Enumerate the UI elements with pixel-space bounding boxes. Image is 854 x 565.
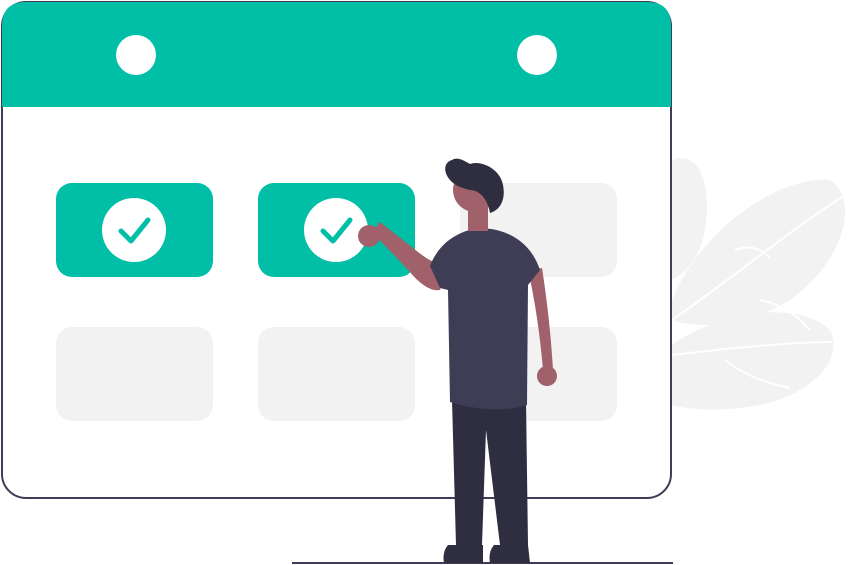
person-right-shoe	[489, 545, 530, 563]
calendar-illustration	[1, 1, 846, 564]
calendar-header	[2, 2, 671, 107]
day-cell-4[interactable]	[56, 327, 213, 421]
person-left-hand	[358, 225, 380, 247]
calendar-ring-icon	[116, 35, 156, 75]
day-cell-2[interactable]	[258, 183, 415, 277]
person-left-shoe	[443, 545, 483, 563]
calendar	[1, 1, 672, 499]
leaf-decoration	[671, 158, 846, 410]
leaf-bottom	[672, 312, 834, 410]
day-cell-5[interactable]	[258, 327, 415, 421]
day-cell-1[interactable]	[56, 183, 213, 277]
person-right-hand	[537, 366, 557, 386]
calendar-ring-icon	[517, 35, 557, 75]
